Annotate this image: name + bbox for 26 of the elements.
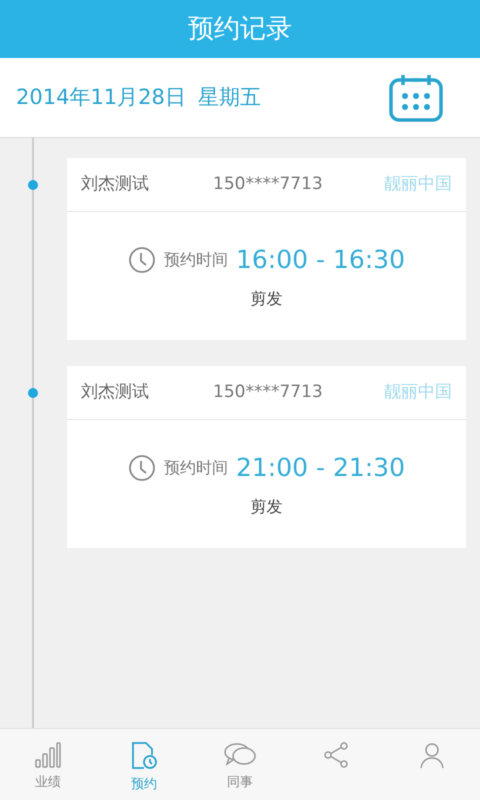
user-icon [418,741,446,769]
appointment-time: 16:00 - 16:30 [236,244,405,276]
time-label: 预约时间 [164,249,228,271]
weekday-text: 星期五 [198,84,261,111]
clock-icon [128,246,156,274]
share-icon [322,741,350,769]
service-name: 剪发 [250,496,282,518]
phone-number: 150****7713 [213,172,323,196]
tab[interactable]: 同事 [192,729,288,800]
document-clock-icon [130,741,158,771]
calendar-icon [388,72,444,122]
date-text: 2014年11月28日 [16,84,186,111]
page-title: 预约记录 [188,12,292,46]
customer-name: 刘杰测试 [81,172,150,196]
customer-name: 刘杰测试 [81,380,150,404]
store-name: 靓丽中国 [384,380,452,404]
phone-number: 150****7713 [213,380,323,404]
service-name: 剪发 [250,288,282,310]
bar-chart-icon [34,741,62,769]
clock-icon [128,454,156,482]
time-label: 预约时间 [164,457,228,479]
appointment-time: 21:00 - 21:30 [236,452,405,484]
tab[interactable]: 预约 [96,729,192,800]
store-name: 靓丽中国 [384,172,452,196]
tab[interactable]: 业绩 [0,729,96,800]
calendar-button[interactable] [388,72,444,122]
